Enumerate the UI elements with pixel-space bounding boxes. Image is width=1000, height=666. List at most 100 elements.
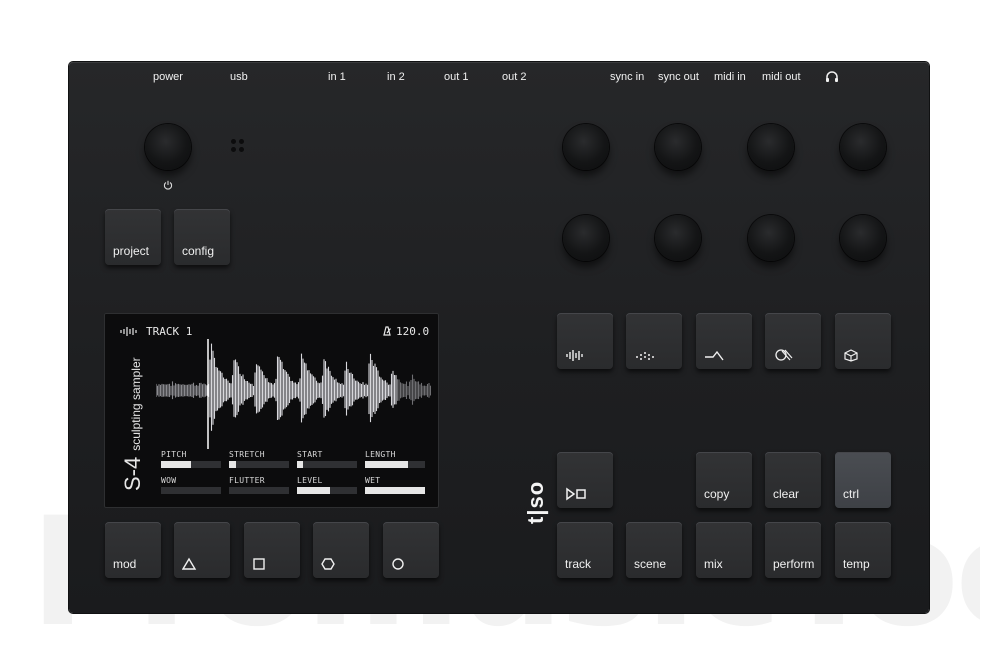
encoder-7[interactable] — [748, 215, 794, 261]
waveform-icon — [566, 350, 583, 361]
ctrl-button[interactable]: ctrl — [835, 452, 891, 508]
port-usb-label: usb — [230, 71, 248, 83]
tempo-value: 120.0 — [396, 325, 430, 338]
cube-icon — [844, 349, 858, 362]
power-icon — [163, 180, 173, 190]
ctrl-label: ctrl — [843, 487, 859, 501]
waveform-icon — [120, 327, 137, 336]
project-label: project — [113, 244, 150, 258]
scene-button[interactable]: scene — [626, 522, 682, 578]
temp-button[interactable]: temp — [835, 522, 891, 578]
param-bar-fill — [365, 461, 409, 468]
model-subtitle: sculpting sampler — [129, 357, 143, 451]
metronome-icon — [383, 326, 391, 336]
param-wet: WET — [365, 476, 425, 494]
param-length: LENGTH — [365, 450, 425, 468]
square-icon — [253, 558, 265, 570]
param-bar-fill — [297, 487, 330, 494]
param-label: PITCH — [161, 450, 187, 459]
sampler-device: power usb in 1 in 2 out 1 out 2 sync in … — [69, 62, 929, 613]
play-stop-icon — [566, 487, 586, 501]
mod-label: mod — [113, 557, 137, 571]
port-in1-label: in 1 — [328, 71, 346, 83]
param-flutter: FLUTTER — [229, 476, 289, 494]
param-bar — [161, 487, 221, 494]
param-level: LEVEL — [297, 476, 357, 494]
display-screen: TRACK 1 120.0 S-4 sculpting sampler PITCH… — [104, 313, 439, 508]
triangle-button[interactable] — [174, 522, 230, 578]
circle-button[interactable] — [383, 522, 439, 578]
vent-holes — [231, 139, 245, 153]
param-label: WOW — [161, 476, 177, 485]
circle-icon — [392, 558, 404, 570]
sampler-button[interactable] — [557, 313, 613, 369]
project-button[interactable]: project — [105, 209, 161, 265]
fx-button[interactable] — [765, 313, 821, 369]
copy-label: copy — [704, 487, 730, 501]
param-bar — [229, 487, 289, 494]
param-pitch: PITCH — [161, 450, 221, 468]
port-syncout-label: sync out — [658, 71, 699, 83]
copy-button[interactable]: copy — [696, 452, 752, 508]
hexagon-button[interactable] — [313, 522, 369, 578]
perform-label: perform — [773, 557, 815, 571]
param-label: WET — [365, 476, 381, 485]
param-label: STRETCH — [229, 450, 265, 459]
encoder-4[interactable] — [840, 124, 886, 170]
model-name: S-4 — [120, 456, 145, 491]
dots-icon — [636, 352, 654, 360]
fx-icon — [775, 349, 793, 361]
cube-button[interactable] — [835, 313, 891, 369]
hexagon-icon — [321, 558, 335, 570]
perform-button[interactable]: perform — [765, 522, 821, 578]
mix-button[interactable]: mix — [696, 522, 752, 578]
brand-text: S-4 sculpting sampler — [120, 357, 146, 491]
track-button[interactable]: track — [557, 522, 613, 578]
headphones-icon — [826, 71, 838, 82]
param-bar — [365, 487, 425, 494]
param-start: START — [297, 450, 357, 468]
mix-label: mix — [704, 557, 723, 571]
encoder-5[interactable] — [563, 215, 609, 261]
port-out1-label: out 1 — [444, 71, 469, 83]
mod-button[interactable]: mod — [105, 522, 161, 578]
encoder-6[interactable] — [655, 215, 701, 261]
encoder-8[interactable] — [840, 215, 886, 261]
port-in2-label: in 2 — [387, 71, 405, 83]
filter-icon — [705, 350, 724, 361]
port-midiin-label: midi in — [714, 71, 746, 83]
triangle-icon — [182, 557, 197, 570]
power-knob[interactable] — [145, 124, 191, 170]
square-button[interactable] — [244, 522, 300, 578]
config-button[interactable]: config — [174, 209, 230, 265]
track-name: TRACK 1 — [146, 325, 193, 338]
param-bar — [365, 461, 425, 468]
param-label: FLUTTER — [229, 476, 265, 485]
encoder-2[interactable] — [655, 124, 701, 170]
play-button[interactable] — [557, 452, 613, 508]
clear-button[interactable]: clear — [765, 452, 821, 508]
filter-button[interactable] — [696, 313, 752, 369]
param-bar — [297, 461, 357, 468]
param-label: START — [297, 450, 323, 459]
encoder-3[interactable] — [748, 124, 794, 170]
param-bar — [229, 461, 289, 468]
port-out2-label: out 2 — [502, 71, 527, 83]
config-label: config — [182, 244, 215, 258]
port-syncin-label: sync in — [610, 71, 645, 83]
param-label: LENGTH — [365, 450, 396, 459]
param-label: LEVEL — [297, 476, 323, 485]
encoder-1[interactable] — [563, 124, 609, 170]
param-bar-fill — [297, 461, 303, 468]
param-bar — [161, 461, 221, 468]
param-bar-fill — [365, 487, 425, 494]
port-power-label: power — [153, 71, 183, 83]
scene-label: scene — [634, 557, 667, 571]
param-bar-fill — [229, 461, 237, 468]
sequence-button[interactable] — [626, 313, 682, 369]
port-midiout-label: midi out — [762, 71, 801, 83]
param-wow: WOW — [161, 476, 221, 494]
waveform-display — [156, 339, 431, 449]
temp-label: temp — [843, 557, 870, 571]
clear-label: clear — [773, 487, 800, 501]
